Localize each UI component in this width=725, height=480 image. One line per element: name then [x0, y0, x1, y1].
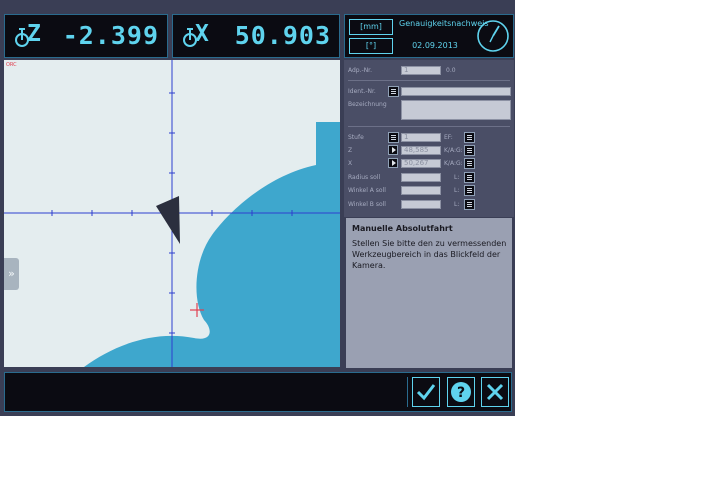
x-axis-value: 50.903: [234, 21, 331, 50]
message-text: Stellen Sie bitte den zu vermessenden We…: [352, 239, 507, 270]
bottom-toolbar: ?: [4, 372, 512, 412]
ruler-label: ORC: [6, 62, 17, 68]
camera-image: ORC: [4, 60, 340, 367]
winkel-a-unit: L:: [454, 187, 460, 194]
radius-label: Radius soll: [348, 174, 381, 181]
winkel-a-label: Winkel A soll: [348, 187, 386, 194]
x-readout: X 50.903: [172, 14, 340, 58]
winkel-b-field[interactable]: [401, 200, 441, 209]
tool-form: Adp.-Nr. 1 0.0 Ident.-Nr. Bezeichnung St…: [344, 60, 514, 217]
z-label: Z: [348, 147, 353, 154]
z-field[interactable]: 48,585: [401, 146, 441, 155]
stufe-ef-icon[interactable]: [464, 132, 475, 143]
adapter-extra: 0.0: [446, 67, 456, 74]
check-icon: [416, 384, 436, 401]
ident-list-icon[interactable]: [388, 86, 399, 97]
x-list-icon[interactable]: [464, 158, 475, 169]
camera-view[interactable]: ORC »: [4, 60, 340, 367]
program-date: 02.09.2013: [412, 41, 458, 50]
cancel-button[interactable]: [481, 377, 509, 407]
winkel-a-field[interactable]: [401, 186, 441, 195]
radius-unit: L:: [454, 174, 460, 181]
z-list-icon[interactable]: [464, 145, 475, 156]
winkel-b-label: Winkel B soll: [348, 201, 386, 208]
info-panel: [mm] [°] Genauigkeitsnachweis 02.09.2013: [344, 14, 514, 58]
program-title: Genauigkeitsnachweis: [399, 19, 489, 28]
expand-panel-handle[interactable]: »: [4, 258, 19, 290]
message-title: Manuelle Absolutfahrt: [352, 224, 453, 233]
stufe-label: Stufe: [348, 134, 364, 141]
ok-button[interactable]: [412, 377, 440, 407]
unit-mm-button[interactable]: [mm]: [349, 19, 393, 35]
x-apply-icon[interactable]: [388, 158, 398, 168]
adapter-field[interactable]: 1: [401, 66, 441, 75]
help-button[interactable]: ?: [447, 377, 475, 407]
z-axis-value: -2.399: [62, 21, 159, 50]
radius-list-icon[interactable]: [464, 172, 475, 183]
stufe-dropdown[interactable]: 1: [401, 133, 441, 142]
x-axis-label: X: [195, 21, 209, 47]
radius-field[interactable]: [401, 173, 441, 182]
desc-label: Bezeichnung: [348, 101, 387, 108]
z-readout: Z -2.399: [4, 14, 168, 58]
app-window: Z -2.399 X 50.903 [mm] [°] Genauigkeitsn…: [0, 0, 515, 416]
winkel-b-list-icon[interactable]: [464, 199, 475, 210]
desc-field[interactable]: [401, 100, 511, 120]
stufe-unit: EF:: [444, 134, 453, 141]
tool-step: [316, 122, 340, 166]
help-icon: ?: [451, 382, 471, 402]
svg-text:?: ?: [457, 385, 465, 401]
z-unit: K/A:G:: [444, 147, 463, 154]
adapter-label: Adp.-Nr.: [348, 67, 372, 74]
unit-degree-button[interactable]: [°]: [349, 38, 393, 54]
x-unit: K/A:G:: [444, 160, 463, 167]
x-label: X: [348, 160, 353, 167]
winkel-b-unit: L:: [454, 201, 460, 208]
close-icon: [486, 383, 504, 401]
tool-contour: [84, 122, 340, 367]
stufe-list-icon[interactable]: [388, 132, 399, 143]
z-apply-icon[interactable]: [388, 145, 398, 155]
clock-icon[interactable]: [475, 18, 511, 54]
winkel-a-list-icon[interactable]: [464, 185, 475, 196]
ident-label: Ident.-Nr.: [348, 88, 376, 95]
ident-dropdown[interactable]: [401, 87, 511, 96]
pointer-marker: [156, 196, 180, 244]
x-field[interactable]: 50,267: [401, 159, 441, 168]
message-box: Manuelle Absolutfahrt Stellen Sie bitte …: [346, 218, 512, 368]
z-axis-label: Z: [27, 21, 41, 47]
